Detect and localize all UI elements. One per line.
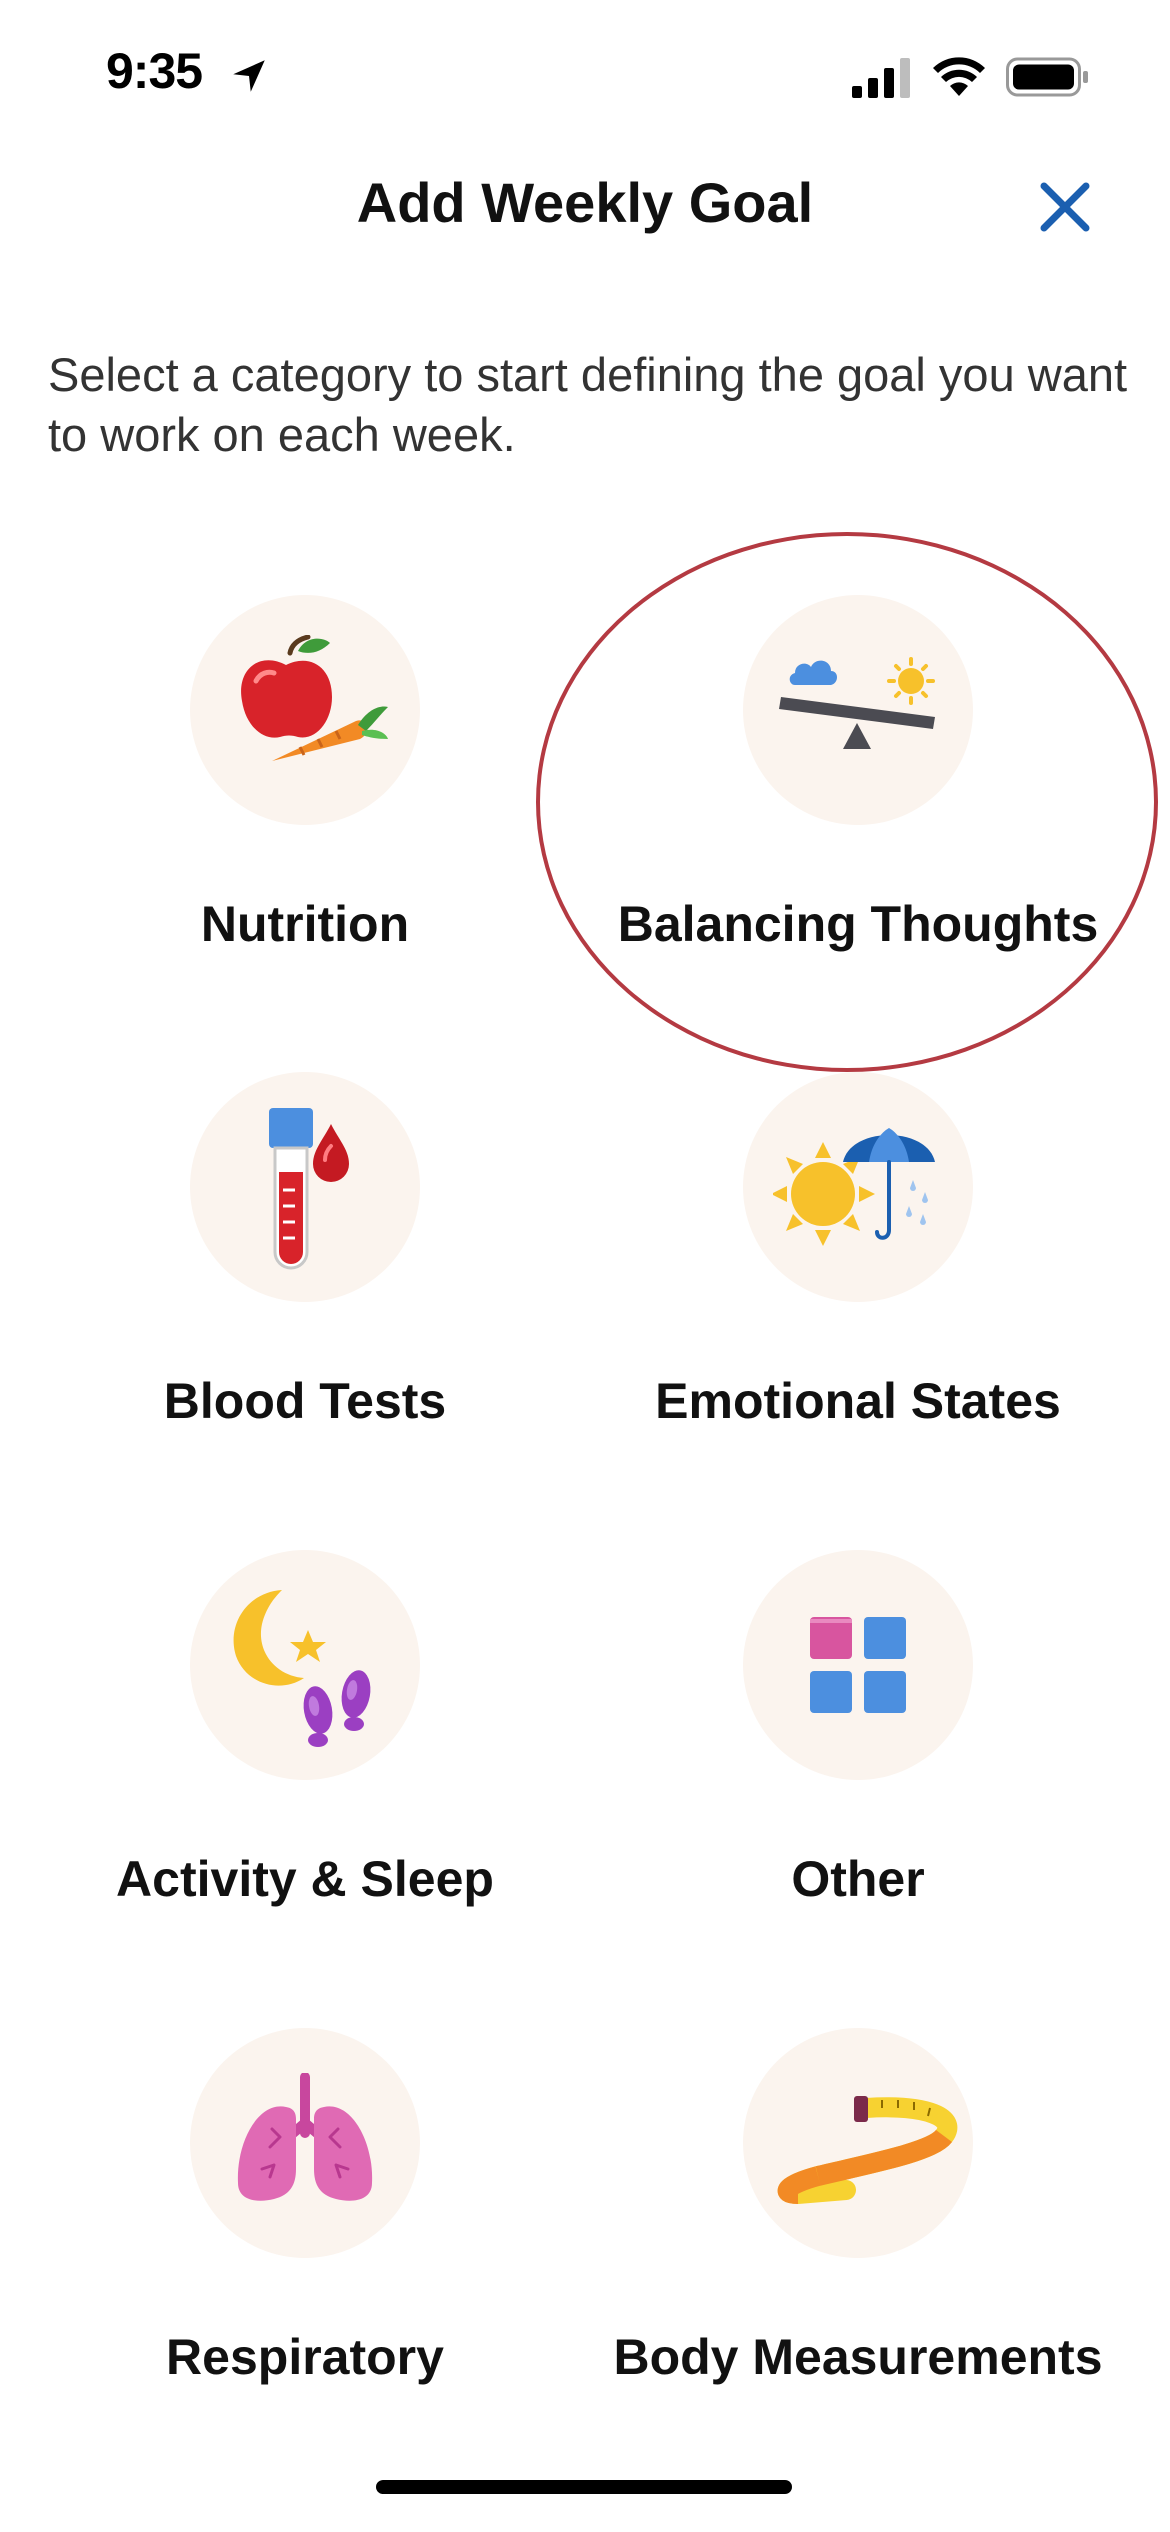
cellular-signal-icon — [852, 58, 910, 98]
category-emotional-states[interactable]: Emotional States — [578, 1072, 1138, 1492]
sun-umbrella-rain-icon — [773, 1128, 935, 1246]
category-label: Balancing Thoughts — [617, 896, 1099, 952]
battery-icon — [1006, 57, 1088, 97]
category-label: Nutrition — [200, 896, 410, 952]
status-bar: 9:35 — [0, 0, 1170, 150]
moon-footprints-icon — [233, 1590, 371, 1747]
intro-text: Select a category to start defining the … — [48, 348, 1128, 461]
category-label: Respiratory — [166, 2329, 444, 2385]
apple-carrot-icon — [241, 635, 388, 761]
location-arrow-icon — [233, 60, 265, 92]
category-label: Blood Tests — [163, 1373, 447, 1429]
category-icon-circle — [190, 1550, 420, 1780]
seesaw-cloud-sun-icon — [779, 657, 935, 749]
test-tube-blood-drop-icon — [269, 1108, 349, 1270]
category-blood-tests[interactable]: Blood Tests — [25, 1072, 585, 1492]
category-icon-circle — [190, 1072, 420, 1302]
lungs-icon — [237, 2073, 373, 2201]
wifi-icon — [933, 57, 985, 96]
page-title: Add Weekly Goal — [356, 171, 814, 234]
category-icon-circle — [190, 595, 420, 825]
close-icon — [1040, 182, 1090, 232]
category-respiratory[interactable]: Respiratory — [25, 2028, 585, 2448]
category-activity-sleep[interactable]: Activity & Sleep — [25, 1550, 585, 1970]
category-label: Emotional States — [655, 1373, 1061, 1429]
category-icon-circle — [190, 2028, 420, 2258]
grid-squares-icon — [810, 1617, 906, 1713]
category-icon-circle — [743, 1072, 973, 1302]
category-label: Other — [791, 1851, 925, 1907]
category-icon-circle — [743, 2028, 973, 2258]
close-button[interactable] — [1030, 172, 1100, 242]
category-body-measurements[interactable]: Body Measurements — [578, 2028, 1138, 2448]
category-label: Activity & Sleep — [116, 1851, 494, 1907]
category-other[interactable]: Other — [578, 1550, 1138, 1970]
category-label: Body Measurements — [613, 2329, 1103, 2385]
measuring-tape-icon — [777, 2096, 958, 2205]
category-balancing-thoughts[interactable]: Balancing Thoughts — [578, 595, 1138, 1015]
home-indicator[interactable] — [376, 2480, 792, 2494]
category-icon-circle — [743, 1550, 973, 1780]
category-nutrition[interactable]: Nutrition — [25, 595, 585, 1015]
status-time: 9:35 — [106, 43, 203, 99]
category-icon-circle — [743, 595, 973, 825]
